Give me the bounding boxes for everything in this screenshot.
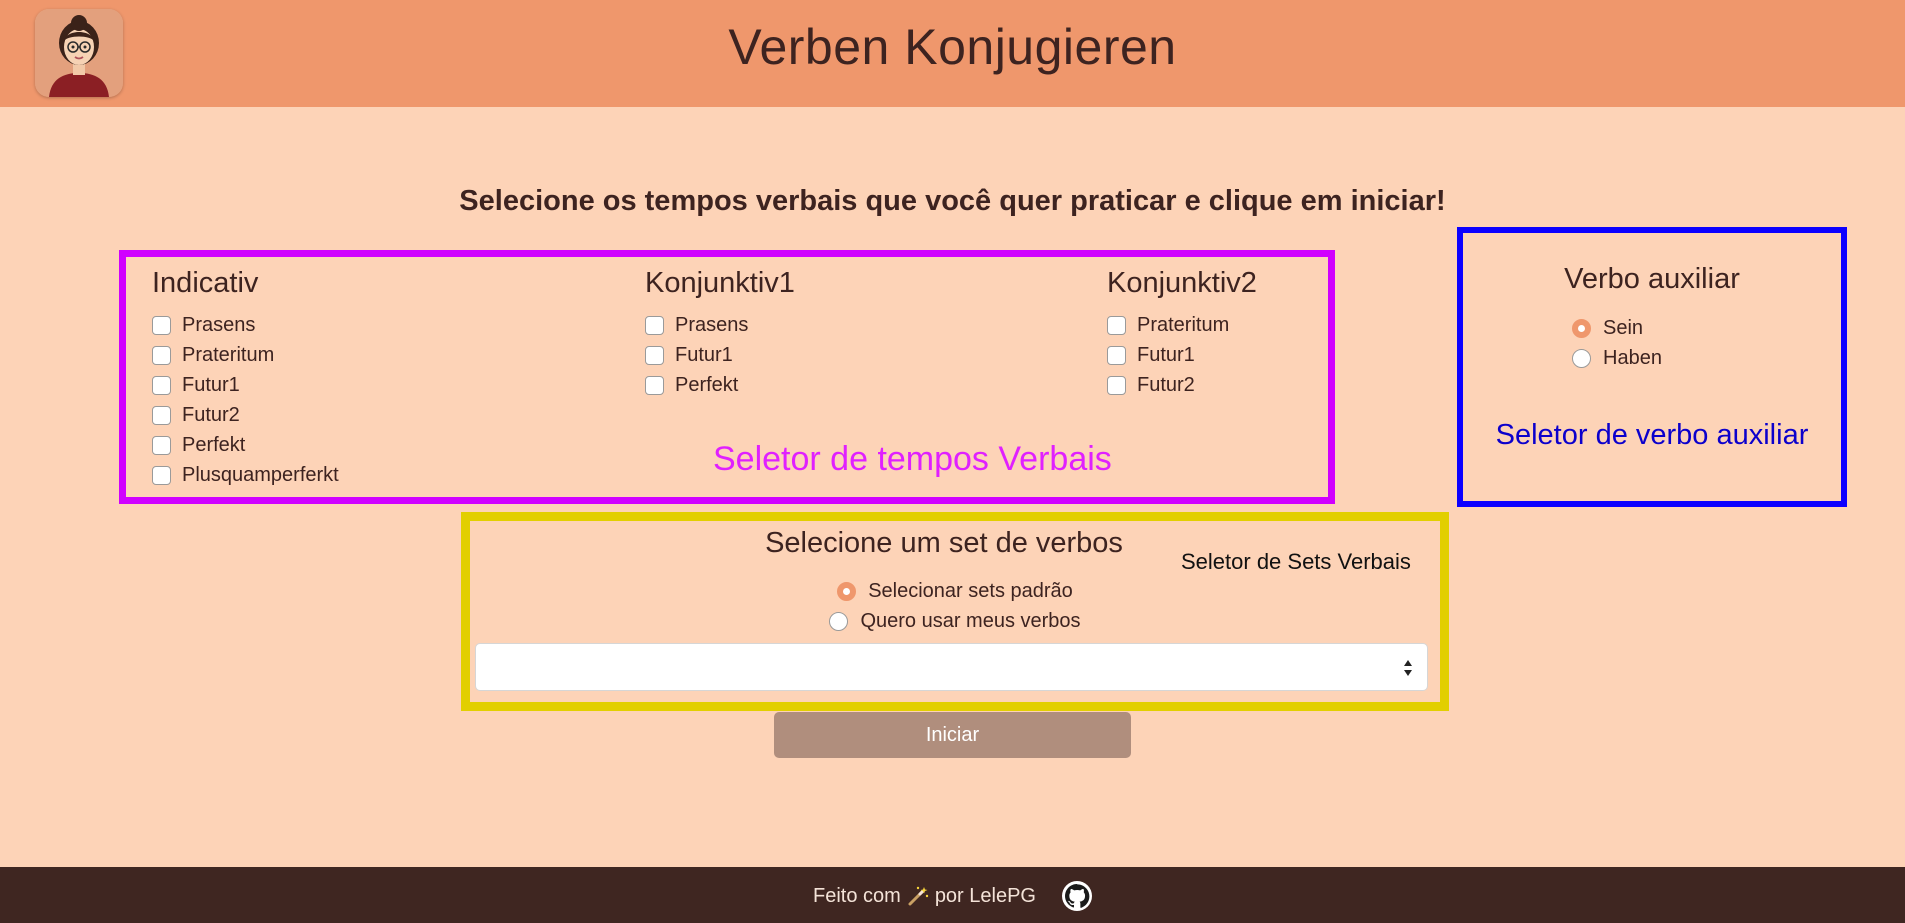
checkbox[interactable] — [152, 465, 171, 485]
checkbox[interactable] — [645, 345, 664, 365]
option-label: Prateritum — [1137, 313, 1230, 336]
aux-selector-caption: Seletor de verbo auxiliar — [1495, 419, 1809, 451]
checkbox[interactable] — [645, 375, 664, 395]
sets-option-custom[interactable]: Quero usar meus verbos — [470, 606, 1440, 636]
tense-option[interactable]: Perfekt — [645, 370, 795, 400]
start-button[interactable]: Iniciar — [774, 712, 1131, 758]
magic-wand-icon — [908, 886, 929, 906]
column-title: Konjunktiv2 — [1107, 267, 1257, 299]
verb-sets-selector: Selecione um set de verbos Seletor de Se… — [461, 512, 1449, 711]
option-label: Futur1 — [182, 373, 240, 396]
tense-option[interactable]: Futur2 — [1107, 370, 1257, 400]
aux-option-haben[interactable]: Haben — [1572, 343, 1662, 373]
aux-verb-selector: Verbo auxiliar Sein Haben Seletor de ver… — [1457, 227, 1847, 507]
app-title: Verben Konjugieren — [728, 19, 1177, 75]
checkbox[interactable] — [152, 375, 171, 395]
tense-option[interactable]: Futur1 — [645, 340, 795, 370]
column-title: Konjunktiv1 — [645, 267, 795, 299]
option-label: Prateritum — [182, 343, 275, 366]
checkbox[interactable] — [1107, 315, 1126, 335]
aux-option-sein[interactable]: Sein — [1572, 313, 1662, 343]
radio-button[interactable] — [1572, 348, 1591, 368]
checkbox[interactable] — [152, 435, 171, 455]
tense-selector: Indicativ Prasens Prateritum Futur1 Futu… — [119, 250, 1335, 504]
option-label: Perfekt — [182, 433, 246, 456]
option-label: Perfekt — [675, 373, 739, 396]
aux-title: Verbo auxiliar — [1564, 263, 1740, 295]
tense-option[interactable]: Futur2 — [152, 400, 339, 430]
tense-column-konjunktiv1: Konjunktiv1 Prasens Futur1 Perfekt — [645, 267, 795, 400]
checkbox[interactable] — [1107, 345, 1126, 365]
sets-caption: Seletor de Sets Verbais — [1181, 549, 1411, 574]
column-title: Indicativ — [152, 267, 259, 299]
tense-option[interactable]: Prateritum — [152, 340, 339, 370]
sets-option-default[interactable]: Selecionar sets padrão — [470, 576, 1440, 606]
github-icon[interactable] — [1061, 881, 1092, 911]
radio-button[interactable] — [829, 611, 849, 631]
option-label: Haben — [1603, 346, 1662, 369]
option-label: Selecionar sets padrão — [868, 579, 1073, 602]
checkbox[interactable] — [1107, 375, 1126, 395]
select-arrows-icon — [1404, 660, 1412, 676]
tense-option[interactable]: Prateritum — [1107, 310, 1257, 340]
sets-options: Selecionar sets padrão Quero usar meus v… — [470, 576, 1440, 636]
tense-column-indicativ: Indicativ Prasens Prateritum Futur1 Futu… — [152, 267, 339, 490]
option-label: Plusquamperferkt — [182, 463, 339, 486]
tense-column-konjunktiv2: Konjunktiv2 Prateritum Futur1 Futur2 — [1107, 267, 1257, 400]
option-label: Prasens — [675, 313, 749, 336]
option-label: Sein — [1603, 316, 1644, 339]
checkbox[interactable] — [645, 315, 664, 335]
option-label: Quero usar meus verbos — [860, 609, 1081, 632]
tense-option[interactable]: Futur1 — [152, 370, 339, 400]
tense-option[interactable]: Plusquamperferkt — [152, 460, 339, 490]
tense-option[interactable]: Prasens — [152, 310, 339, 340]
checkbox[interactable] — [152, 405, 171, 425]
instruction-text: Selecione os tempos verbais que você que… — [459, 185, 1446, 217]
option-label: Futur2 — [1137, 373, 1195, 396]
header: Verben Konjugieren — [0, 0, 1905, 107]
radio-button[interactable] — [837, 581, 857, 601]
tense-selector-caption: Seletor de tempos Verbais — [713, 440, 1112, 478]
radio-button[interactable] — [1572, 318, 1591, 338]
option-label: Futur1 — [675, 343, 733, 366]
footer-text-before: Feito com — [813, 884, 901, 907]
footer-text-after: por LelePG — [934, 884, 1036, 907]
tense-option[interactable]: Prasens — [645, 310, 795, 340]
checkbox[interactable] — [152, 345, 171, 365]
verb-set-select[interactable] — [475, 643, 1428, 691]
tense-option[interactable]: Perfekt — [152, 430, 339, 460]
option-label: Futur1 — [1137, 343, 1195, 366]
aux-options: Sein Haben — [1572, 313, 1662, 373]
tense-option[interactable]: Futur1 — [1107, 340, 1257, 370]
checkbox[interactable] — [152, 315, 171, 335]
footer: Feito com por LelePG — [0, 867, 1905, 923]
option-label: Futur2 — [182, 403, 240, 426]
option-label: Prasens — [182, 313, 256, 336]
